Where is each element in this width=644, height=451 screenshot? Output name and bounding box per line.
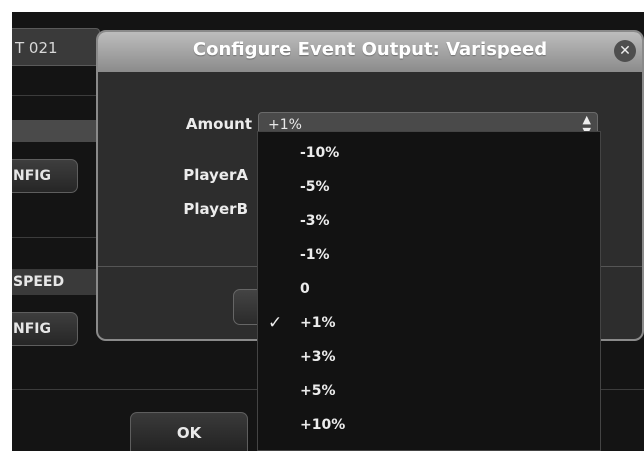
app-window: T 021 NFIG SPEED NFIG sa OK Configure Ev…: [12, 12, 644, 451]
menu-item[interactable]: +10%: [258, 409, 600, 441]
menu-item[interactable]: -10%: [258, 137, 600, 169]
menu-item[interactable]: -5%: [258, 171, 600, 203]
close-icon[interactable]: ✕: [614, 40, 636, 62]
config-button-2[interactable]: NFIG: [12, 312, 78, 346]
dialog-title: Configure Event Output: Varispeed: [98, 32, 642, 72]
menu-item[interactable]: -1%: [258, 239, 600, 271]
menu-item[interactable]: 0: [258, 273, 600, 305]
amount-label: Amount: [185, 115, 252, 133]
amount-dropdown-menu: -10% -5% -3% -1% 0 ✓ +1% +3% +5% +10%: [257, 131, 601, 451]
player-a-label: PlayerA: [183, 166, 248, 184]
menu-item[interactable]: +3%: [258, 341, 600, 373]
menu-item[interactable]: +5%: [258, 375, 600, 407]
checkmark-icon: ✓: [268, 313, 283, 333]
divider: [12, 95, 102, 96]
player-b-label: PlayerB: [183, 200, 248, 218]
menu-item[interactable]: -3%: [258, 205, 600, 237]
menu-item-selected[interactable]: ✓ +1%: [258, 307, 600, 339]
id-field[interactable]: T 021: [12, 28, 100, 66]
varispeed-label: SPEED: [12, 269, 108, 295]
divider: [12, 237, 102, 238]
config-button[interactable]: NFIG: [12, 159, 78, 193]
ok-button[interactable]: OK: [130, 412, 248, 451]
